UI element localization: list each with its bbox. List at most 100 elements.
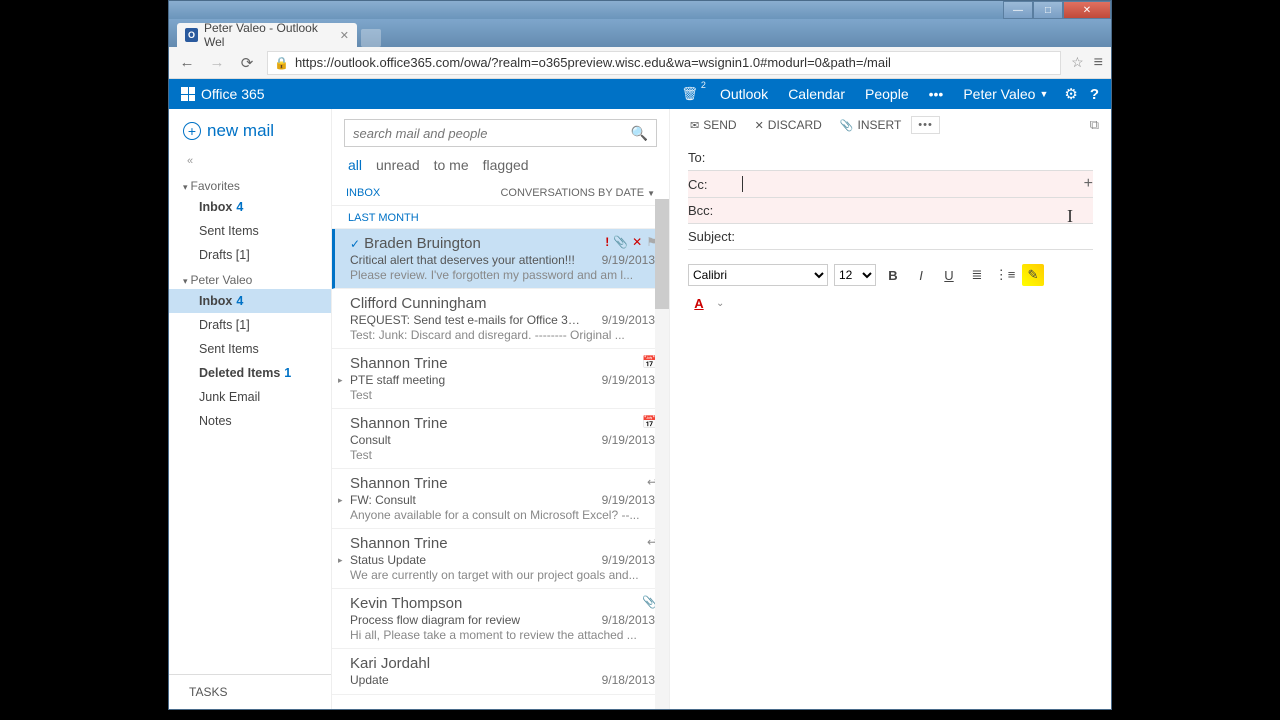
send-button[interactable]: ✉SEND (682, 115, 745, 135)
minimize-button[interactable]: — (1003, 1, 1033, 19)
new-tab-button[interactable] (361, 29, 381, 47)
forward-button[interactable]: → (207, 53, 227, 73)
folder-item[interactable]: Deleted Items1 (169, 361, 331, 385)
folder-group[interactable]: ▾Peter Valeo (169, 267, 331, 289)
message-item[interactable]: Shannon Trine📅Consult9/19/2013Test (332, 409, 669, 469)
highlight-button[interactable]: ✎ (1022, 264, 1044, 286)
to-field[interactable]: To: (688, 145, 1093, 171)
subject-field[interactable]: Subject: (688, 224, 1093, 250)
format-toolbar: Calibri 12 B I U ≣ ⋮≡ ✎ (670, 250, 1111, 292)
italic-button[interactable]: I (910, 264, 932, 286)
search-input[interactable] (353, 126, 631, 141)
bcc-field[interactable]: Bcc:I (688, 198, 1093, 224)
back-button[interactable]: ← (177, 53, 197, 73)
folder-sidebar: + new mail « ▾FavoritesInbox4Sent ItemsD… (169, 109, 332, 709)
close-icon: ✕ (755, 119, 764, 132)
date-group-header: LAST MONTH (332, 206, 669, 229)
underline-button[interactable]: U (938, 264, 960, 286)
lock-icon: 🔒 (274, 56, 289, 70)
search-box[interactable]: 🔍 (344, 119, 657, 147)
scrollbar-thumb[interactable] (655, 199, 669, 309)
message-item[interactable]: ▸Shannon Trine↩FW: Consult9/19/2013Anyon… (332, 469, 669, 529)
list-scrollbar[interactable] (655, 199, 669, 709)
message-date: 9/19/2013 (602, 373, 655, 387)
bcc-input[interactable] (740, 203, 1093, 218)
cc-field[interactable]: Cc:+ (688, 171, 1093, 198)
browser-tab[interactable]: O Peter Valeo - Outlook Wel ✕ (177, 23, 357, 47)
notifications-button[interactable]: 🗑2 (681, 86, 698, 102)
browser-menu-button[interactable]: ≡ (1094, 54, 1103, 72)
nav-outlook[interactable]: Outlook (720, 86, 768, 102)
main-content: + new mail « ▾FavoritesInbox4Sent ItemsD… (169, 109, 1111, 709)
cc-input[interactable] (743, 177, 1093, 192)
folder-item[interactable]: Junk Email (169, 385, 331, 409)
font-color-button[interactable]: A (688, 292, 710, 314)
bullet-list-button[interactable]: ≣ (966, 264, 988, 286)
message-preview: Please review. I've forgotten my passwor… (350, 268, 655, 282)
user-menu[interactable]: Peter Valeo▼ (963, 86, 1048, 102)
discard-button[interactable]: ✕DISCARD (747, 115, 830, 135)
message-item[interactable]: Kevin Thompson📎Process flow diagram for … (332, 589, 669, 649)
folder-item[interactable]: Drafts [1] (169, 313, 331, 337)
filter-all[interactable]: all (348, 157, 362, 173)
insert-button[interactable]: 📎INSERT (832, 115, 910, 135)
new-mail-button[interactable]: + new mail (169, 109, 331, 149)
filter-tome[interactable]: to me (434, 157, 469, 173)
tab-close-icon[interactable]: ✕ (340, 29, 349, 42)
message-subject: Process flow diagram for review (350, 613, 520, 627)
maximize-button[interactable]: □ (1033, 1, 1063, 19)
number-list-button[interactable]: ⋮≡ (994, 264, 1016, 286)
tasks-toggle[interactable]: TASKS (169, 674, 331, 709)
message-date: 9/18/2013 (602, 613, 655, 627)
nav-people[interactable]: People (865, 86, 909, 102)
to-input[interactable] (740, 150, 1093, 165)
popout-button[interactable]: ⧉ (1090, 117, 1099, 133)
add-recipient-button[interactable]: + (1084, 175, 1093, 193)
nav-calendar[interactable]: Calendar (788, 86, 845, 102)
expand-format-button[interactable]: ⌄ (716, 298, 724, 309)
message-item[interactable]: Kari JordahlUpdate9/18/2013 (332, 649, 669, 695)
message-subject: REQUEST: Send test e-mails for Office 36… (350, 313, 580, 327)
delete-icon[interactable]: ✕ (632, 235, 642, 249)
bookmark-button[interactable]: ☆ (1071, 54, 1084, 71)
message-preview: Test (350, 448, 655, 462)
folder-item[interactable]: Sent Items (169, 219, 331, 243)
sort-button[interactable]: CONVERSATIONS BY DATE▼ (500, 187, 655, 199)
filter-flagged[interactable]: flagged (483, 157, 529, 173)
message-item[interactable]: ✓Braden Bruington!📎✕⚑Critical alert that… (332, 229, 669, 289)
folder-label: INBOX (346, 187, 380, 199)
message-list[interactable]: ✓Braden Bruington!📎✕⚑Critical alert that… (332, 229, 669, 709)
compose-more-button[interactable]: ••• (911, 116, 940, 134)
collapse-sidebar-button[interactable]: « (169, 149, 331, 173)
address-bar[interactable]: 🔒 https://outlook.office365.com/owa/?rea… (267, 51, 1061, 75)
subject-input[interactable] (748, 229, 1093, 244)
font-family-select[interactable]: Calibri (688, 264, 828, 286)
folder-item[interactable]: Notes (169, 409, 331, 433)
settings-button[interactable]: ⚙ (1064, 85, 1077, 103)
folder-item[interactable]: Inbox4 (169, 195, 331, 219)
folder-group[interactable]: ▾Favorites (169, 173, 331, 195)
filter-unread[interactable]: unread (376, 157, 420, 173)
search-icon[interactable]: 🔍 (631, 125, 648, 142)
folder-item[interactable]: Inbox4 (169, 289, 331, 313)
expand-icon[interactable]: ▸ (338, 495, 343, 506)
message-preview: We are currently on target with our proj… (350, 568, 655, 582)
message-from: Clifford Cunningham (350, 295, 655, 312)
compose-fields: To: Cc:+ Bcc:I Subject: (670, 141, 1111, 250)
expand-icon[interactable]: ▸ (338, 375, 343, 386)
expand-icon[interactable]: ▸ (338, 555, 343, 566)
o365-brand[interactable]: Office 365 (181, 86, 265, 102)
close-button[interactable]: ✕ (1063, 1, 1111, 19)
nav-more-button[interactable]: ••• (929, 86, 944, 102)
font-size-select[interactable]: 12 (834, 264, 876, 286)
reload-button[interactable]: ⟳ (237, 53, 257, 73)
plus-circle-icon: + (183, 122, 201, 140)
message-item[interactable]: ▸Shannon Trine📅PTE staff meeting9/19/201… (332, 349, 669, 409)
compose-pane: ✉SEND ✕DISCARD 📎INSERT ••• ⧉ To: Cc:+ Bc… (670, 109, 1111, 709)
bold-button[interactable]: B (882, 264, 904, 286)
folder-item[interactable]: Sent Items (169, 337, 331, 361)
folder-item[interactable]: Drafts [1] (169, 243, 331, 267)
message-item[interactable]: ▸Shannon Trine↩Status Update9/19/2013We … (332, 529, 669, 589)
help-button[interactable]: ? (1090, 86, 1099, 103)
message-item[interactable]: Clifford CunninghamREQUEST: Send test e-… (332, 289, 669, 349)
